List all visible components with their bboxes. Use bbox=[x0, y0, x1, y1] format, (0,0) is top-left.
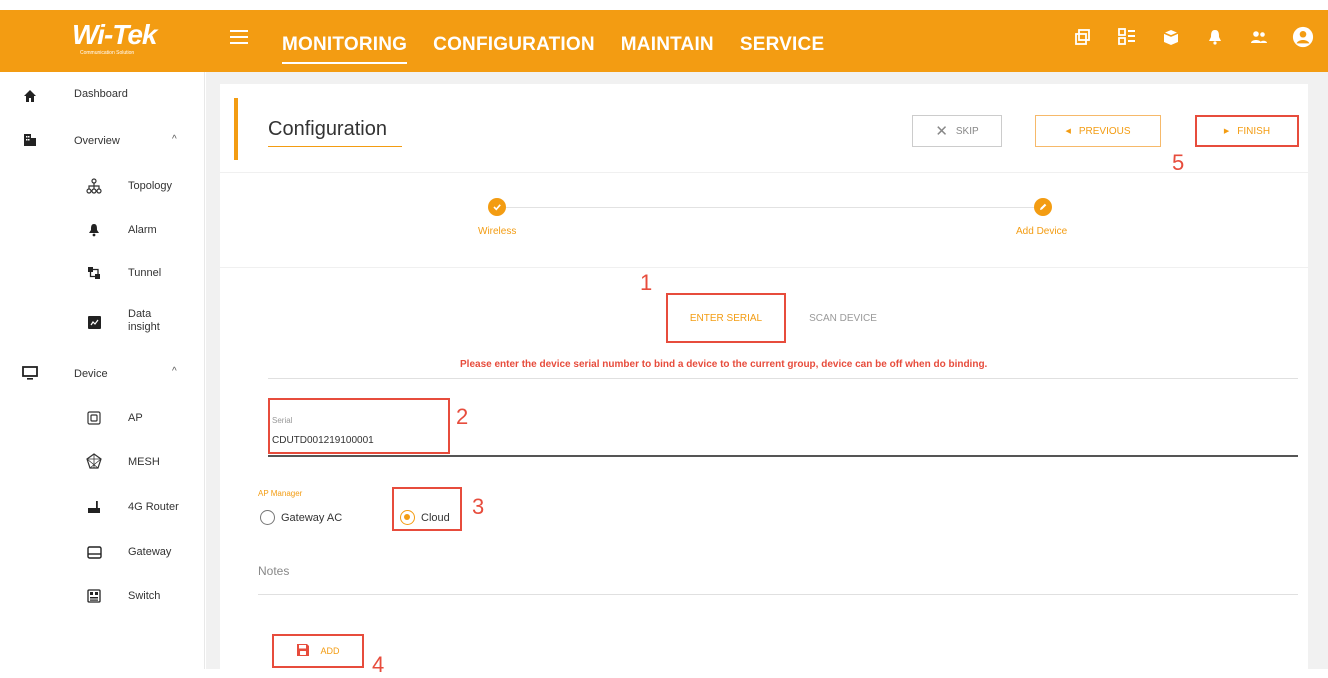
gateway-icon bbox=[86, 544, 102, 560]
sidebar-item-tunnel[interactable]: Tunnel bbox=[128, 267, 161, 279]
caret-right-icon: ▶ bbox=[1223, 128, 1230, 135]
annotation-2: 2 bbox=[456, 404, 469, 429]
box-icon[interactable] bbox=[1160, 26, 1182, 48]
radio-cloud-label: Cloud bbox=[421, 511, 450, 524]
tab-scan-device[interactable]: SCAN DEVICE bbox=[798, 309, 888, 327]
brand-logo[interactable]: Wi-Tek Communication Solution bbox=[72, 16, 157, 60]
serial-input[interactable]: CDUTD001219100001 bbox=[272, 435, 374, 446]
annotation-3: 3 bbox=[472, 494, 485, 519]
step-label-add-device: Add Device bbox=[1016, 226, 1068, 237]
bell-icon bbox=[86, 222, 102, 238]
title-underline bbox=[268, 146, 402, 147]
add-label: ADD bbox=[320, 646, 340, 656]
check-icon[interactable] bbox=[488, 198, 506, 216]
notes-field[interactable]: Notes bbox=[258, 564, 289, 578]
home-icon bbox=[22, 88, 38, 104]
main-nav: MONITORING CONFIGURATION MAINTAIN SERVIC… bbox=[282, 34, 824, 64]
data-insight-icon bbox=[86, 314, 102, 330]
logo-text: Wi-Tek bbox=[72, 19, 157, 50]
ap-icon bbox=[86, 410, 102, 426]
sidebar-item-gateway[interactable]: Gateway bbox=[128, 546, 171, 558]
nav-maintain[interactable]: MAINTAIN bbox=[621, 34, 714, 64]
edit-pencil-icon[interactable] bbox=[1034, 198, 1052, 216]
chevron-up-icon[interactable]: ^ bbox=[172, 134, 177, 145]
users-icon[interactable] bbox=[1248, 26, 1270, 48]
stepper bbox=[220, 172, 1308, 268]
page-title: Configuration bbox=[268, 118, 387, 140]
step-connector bbox=[496, 207, 1038, 208]
notes-underline bbox=[258, 594, 1298, 595]
sidebar: Dashboard Overview ^ Topology Alarm Tunn… bbox=[0, 72, 205, 669]
serial-input-underline bbox=[268, 455, 1298, 457]
previous-button[interactable]: ◀ PREVIOUS bbox=[1035, 115, 1161, 147]
bell-icon[interactable] bbox=[1204, 26, 1226, 48]
annotation-1: 1 bbox=[640, 270, 653, 295]
save-icon bbox=[296, 643, 310, 659]
tunnel-icon bbox=[86, 265, 102, 281]
add-button[interactable]: ADD bbox=[272, 634, 364, 668]
chevron-up-icon[interactable]: ^ bbox=[172, 366, 177, 377]
radio-gateway-ac-label: Gateway AC bbox=[281, 511, 343, 524]
skip-label: SKIP bbox=[955, 125, 979, 137]
configuration-panel: Configuration ✕ SKIP ◀ PREVIOUS ▶ FINISH… bbox=[220, 84, 1308, 677]
header-icons bbox=[1072, 26, 1314, 48]
sidebar-item-overview[interactable]: Overview bbox=[74, 135, 120, 147]
sidebar-item-topology[interactable]: Topology bbox=[128, 180, 172, 192]
switch-icon bbox=[86, 588, 102, 604]
skip-button[interactable]: ✕ SKIP bbox=[912, 115, 1002, 147]
mesh-icon bbox=[86, 453, 102, 469]
ap-manager-label: AP Manager bbox=[258, 489, 303, 498]
previous-label: PREVIOUS bbox=[1078, 125, 1131, 137]
topology-icon bbox=[86, 178, 102, 194]
sidebar-item-device[interactable]: Device bbox=[74, 368, 108, 380]
close-icon: ✕ bbox=[935, 123, 948, 140]
radio-selected-icon bbox=[400, 510, 415, 525]
sidebar-item-dashboard[interactable]: Dashboard bbox=[74, 88, 128, 100]
serial-field-label: Serial bbox=[272, 416, 293, 425]
divider bbox=[268, 378, 1298, 379]
hamburger-menu-icon[interactable] bbox=[230, 30, 248, 44]
sidebar-item-mesh[interactable]: MESH bbox=[128, 456, 160, 468]
apps-grid-icon[interactable] bbox=[1116, 26, 1138, 48]
finish-label: FINISH bbox=[1237, 125, 1271, 137]
sidebar-item-ap[interactable]: AP bbox=[128, 412, 143, 424]
sidebar-item-4g-router[interactable]: 4G Router bbox=[128, 501, 179, 513]
radio-cloud[interactable]: Cloud bbox=[400, 510, 450, 525]
radio-gateway-ac[interactable]: Gateway AC bbox=[260, 510, 342, 525]
step-label-wireless: Wireless bbox=[478, 226, 517, 237]
nav-configuration[interactable]: CONFIGURATION bbox=[433, 34, 595, 64]
sidebar-item-data-insight[interactable]: Data insight bbox=[128, 308, 172, 334]
account-icon[interactable] bbox=[1292, 26, 1314, 48]
building-icon bbox=[22, 132, 38, 148]
monitor-icon bbox=[22, 365, 38, 381]
top-bar: Wi-Tek Communication Solution MONITORING… bbox=[0, 0, 1328, 72]
sidebar-item-alarm[interactable]: Alarm bbox=[128, 224, 157, 236]
annotation-4: 4 bbox=[372, 652, 385, 677]
tab-enter-serial[interactable]: ENTER SERIAL bbox=[666, 293, 786, 343]
serial-hint-text: Please enter the device serial number to… bbox=[460, 359, 988, 370]
main-content: Configuration ✕ SKIP ◀ PREVIOUS ▶ FINISH… bbox=[206, 72, 1328, 677]
caret-left-icon: ◀ bbox=[1065, 128, 1071, 135]
finish-button[interactable]: ▶ FINISH bbox=[1195, 115, 1299, 147]
radio-circle-icon bbox=[260, 510, 275, 525]
copy-icon[interactable] bbox=[1072, 26, 1094, 48]
title-accent-bar bbox=[234, 98, 238, 160]
sidebar-item-switch[interactable]: Switch bbox=[128, 590, 160, 602]
router-icon bbox=[86, 499, 102, 515]
nav-service[interactable]: SERVICE bbox=[740, 34, 824, 64]
nav-monitoring[interactable]: MONITORING bbox=[282, 34, 408, 64]
